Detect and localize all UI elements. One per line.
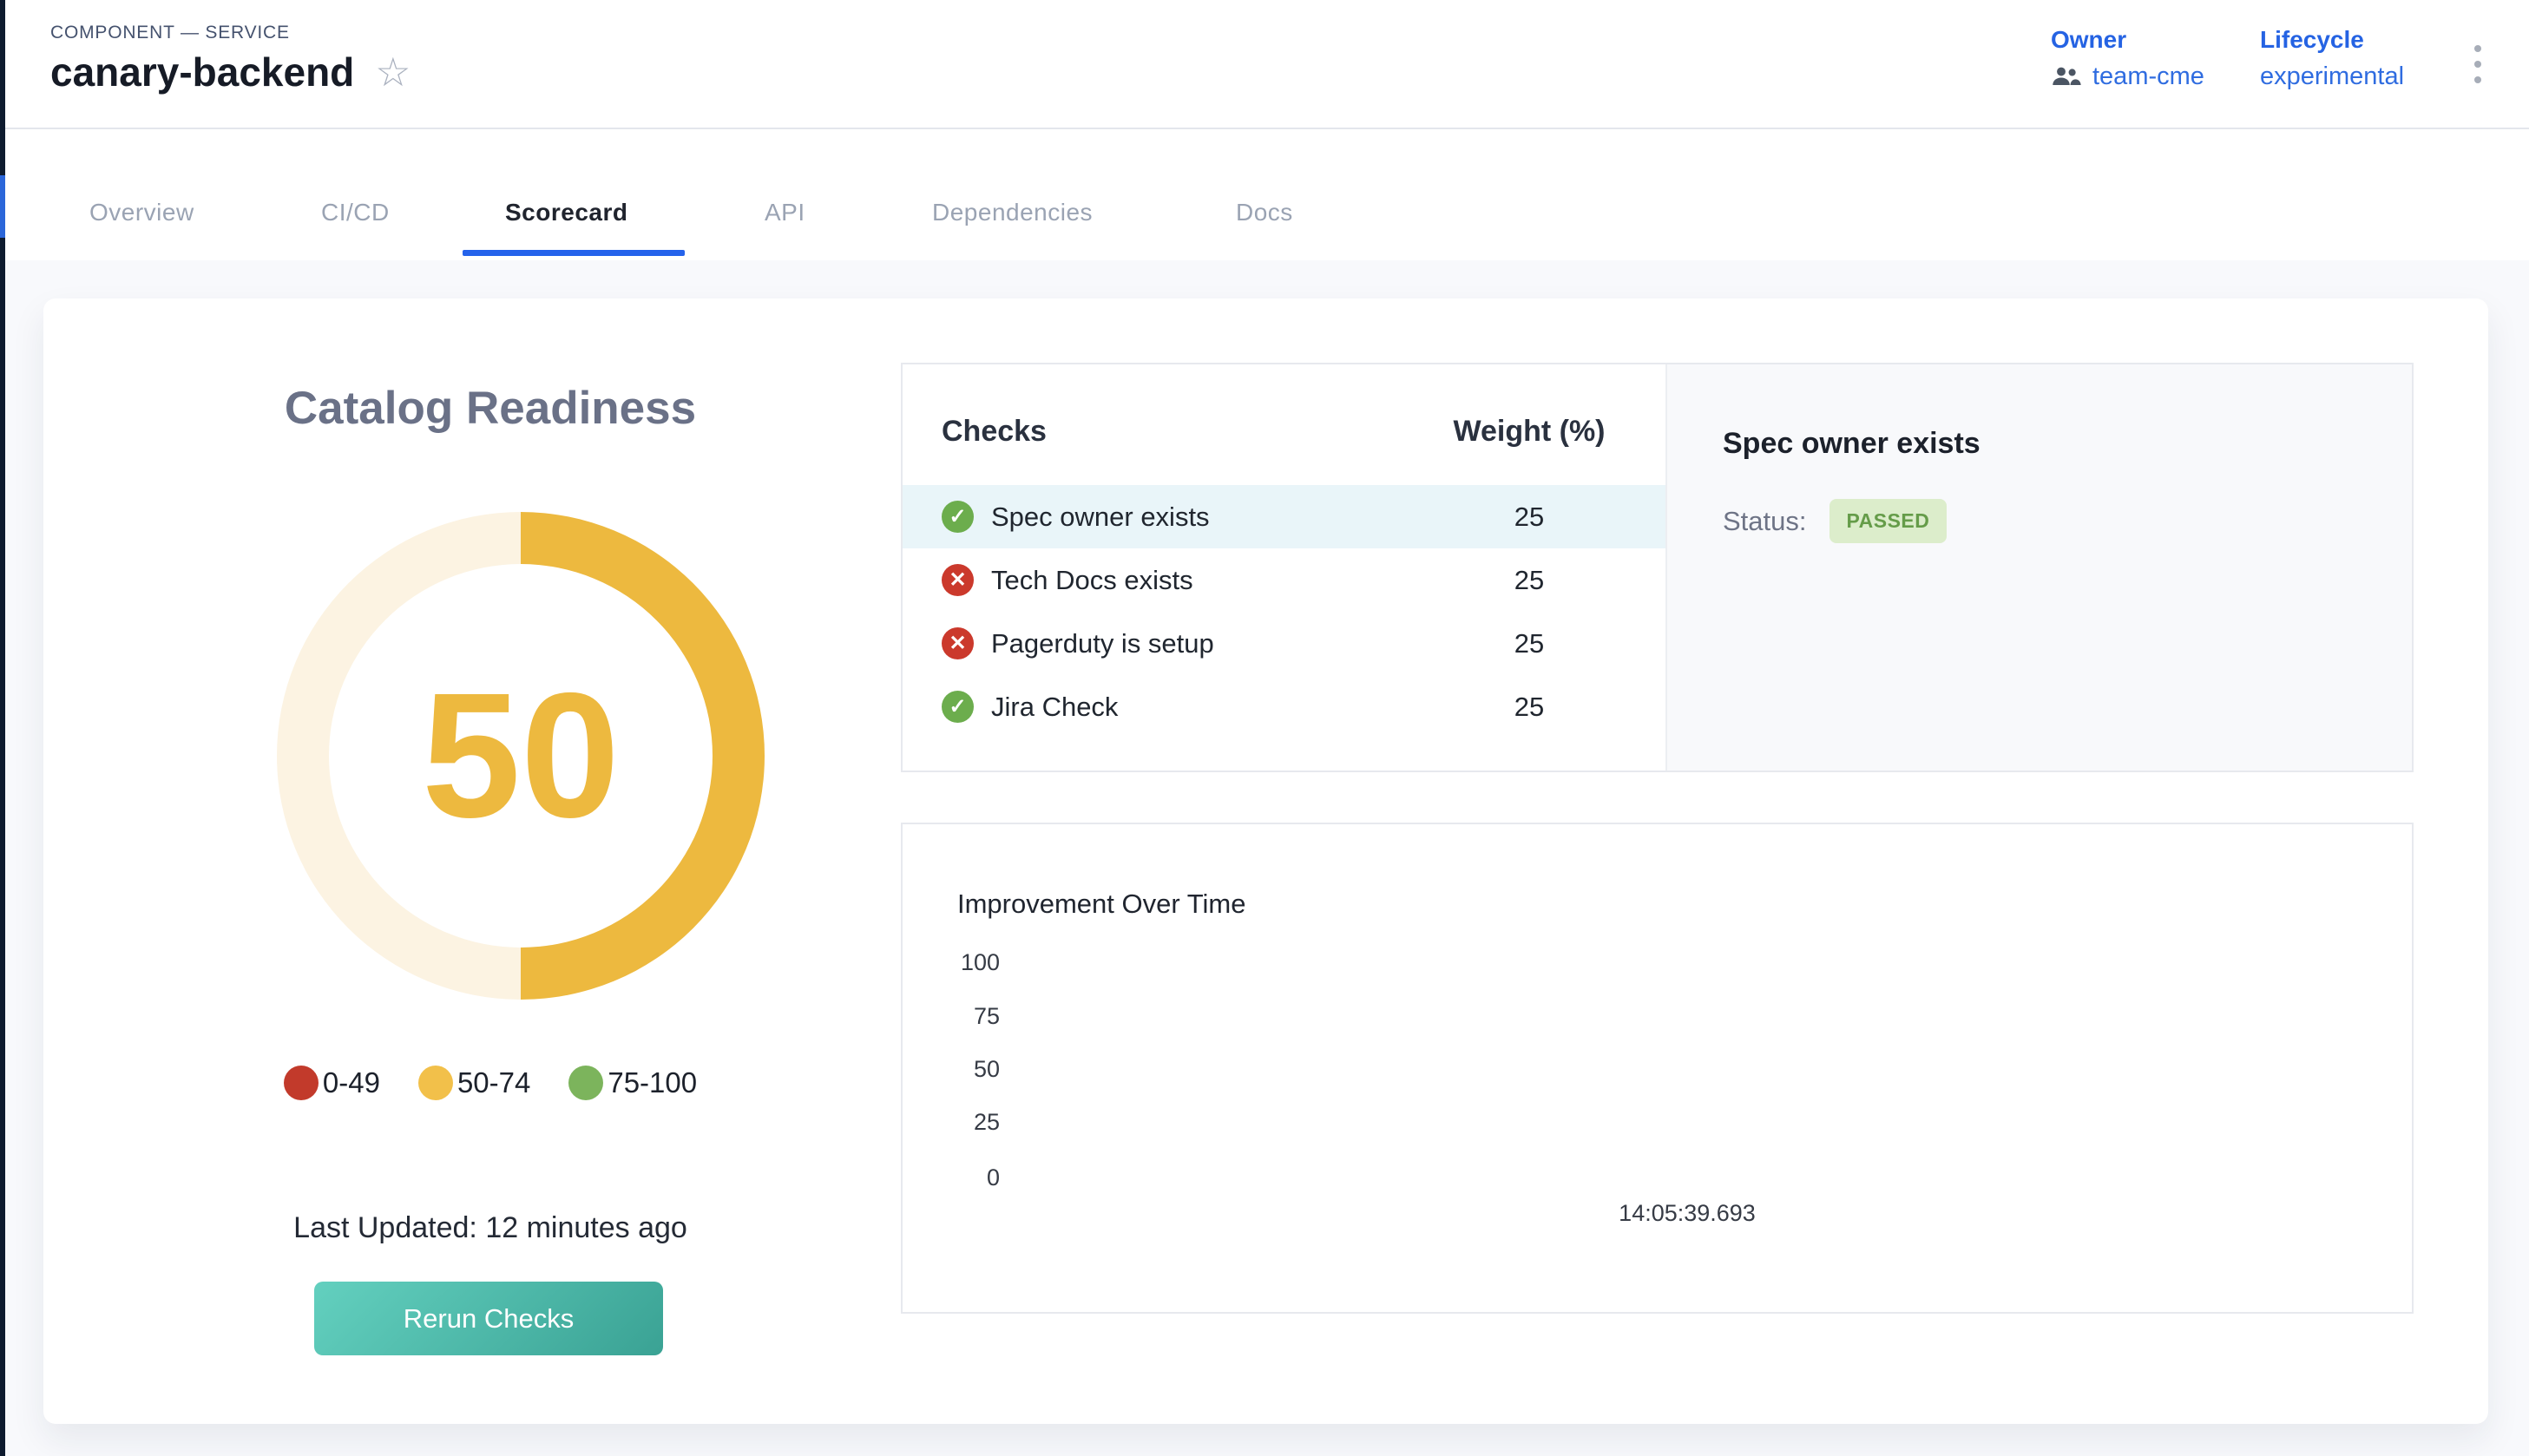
check-passed-icon: ✓ bbox=[942, 691, 974, 723]
scorecard-card: Catalog Readiness 50 0-49 50-74 75-100 L… bbox=[43, 298, 2488, 1424]
check-row-jira[interactable]: ✓ Jira Check 25 bbox=[903, 675, 1665, 738]
star-icon[interactable]: ☆ bbox=[375, 52, 411, 92]
legend-dot-yellow-icon bbox=[418, 1066, 453, 1100]
score-gauge: 50 bbox=[277, 512, 765, 1000]
column-header-checks: Checks bbox=[942, 415, 1047, 449]
score-gauge-inner: 50 bbox=[329, 564, 713, 948]
active-tab-indicator bbox=[463, 250, 685, 256]
rerun-checks-button[interactable]: Rerun Checks bbox=[314, 1282, 663, 1355]
legend-dot-green-icon bbox=[568, 1066, 603, 1100]
last-updated-text: Last Updated: 12 minutes ago bbox=[43, 1211, 937, 1245]
owner-block: Owner team-cme bbox=[2051, 26, 2204, 91]
check-name: Tech Docs exists bbox=[991, 565, 1193, 596]
scorecard-title: Catalog Readiness bbox=[43, 382, 937, 435]
y-axis-tick: 100 bbox=[903, 948, 1000, 976]
check-passed-icon: ✓ bbox=[942, 501, 974, 533]
score-value: 50 bbox=[422, 653, 620, 858]
check-name: Pagerduty is setup bbox=[991, 628, 1214, 659]
check-weight: 25 bbox=[1441, 628, 1618, 659]
check-weight: 25 bbox=[1441, 692, 1618, 723]
y-axis-tick: 25 bbox=[903, 1108, 1000, 1136]
check-detail-panel: Spec owner exists Status: PASSED bbox=[1665, 364, 2412, 771]
tab-overview[interactable]: Overview bbox=[89, 199, 194, 226]
checks-panel: Checks Weight (%) ✓ Spec owner exists 25… bbox=[901, 363, 2414, 772]
owner-link[interactable]: team-cme bbox=[2092, 62, 2204, 91]
owner-label: Owner bbox=[2051, 26, 2204, 54]
y-axis-tick: 0 bbox=[903, 1164, 1000, 1191]
status-row: Status: PASSED bbox=[1723, 499, 1947, 543]
rail-active-indicator bbox=[0, 175, 5, 238]
legend-item-low: 0-49 bbox=[284, 1066, 380, 1100]
check-row-pagerduty[interactable]: ✕ Pagerduty is setup 25 bbox=[903, 612, 1665, 675]
app-screen: COMPONENT — SERVICE canary-backend ☆ Own… bbox=[0, 0, 2529, 1456]
page-title: canary-backend bbox=[50, 49, 354, 95]
legend-item-mid: 50-74 bbox=[418, 1066, 530, 1100]
tab-dependencies[interactable]: Dependencies bbox=[932, 199, 1093, 226]
improvement-chart: Improvement Over Time 100 75 50 25 0 14:… bbox=[901, 823, 2414, 1314]
chart-title: Improvement Over Time bbox=[957, 889, 1245, 920]
y-axis-tick: 75 bbox=[903, 1002, 1000, 1030]
kebab-menu-icon[interactable] bbox=[2474, 45, 2481, 83]
tab-docs[interactable]: Docs bbox=[1236, 199, 1293, 226]
entity-header: COMPONENT — SERVICE canary-backend ☆ Own… bbox=[5, 0, 2529, 129]
check-failed-icon: ✕ bbox=[942, 627, 974, 659]
title-row: canary-backend ☆ bbox=[50, 49, 411, 95]
tab-cicd[interactable]: CI/CD bbox=[321, 199, 390, 226]
breadcrumb: COMPONENT — SERVICE bbox=[50, 23, 290, 43]
legend-label: 50-74 bbox=[457, 1066, 530, 1099]
lifecycle-label: Lifecycle bbox=[2260, 26, 2404, 54]
checks-table: Checks Weight (%) ✓ Spec owner exists 25… bbox=[903, 364, 1665, 771]
tab-scorecard[interactable]: Scorecard bbox=[505, 199, 627, 226]
score-legend: 0-49 50-74 75-100 bbox=[43, 1066, 937, 1100]
lifecycle-value: experimental bbox=[2260, 62, 2404, 91]
check-name: Spec owner exists bbox=[991, 502, 1210, 533]
status-label: Status: bbox=[1723, 506, 1807, 537]
column-header-weight: Weight (%) bbox=[1441, 415, 1618, 449]
check-failed-icon: ✕ bbox=[942, 564, 974, 596]
check-weight: 25 bbox=[1441, 565, 1618, 596]
people-icon bbox=[2051, 66, 2082, 89]
legend-label: 0-49 bbox=[323, 1066, 380, 1099]
legend-item-high: 75-100 bbox=[568, 1066, 697, 1100]
tab-bar: Overview CI/CD Scorecard API Dependencie… bbox=[5, 129, 2529, 260]
check-name: Jira Check bbox=[991, 692, 1118, 723]
check-row-spec-owner[interactable]: ✓ Spec owner exists 25 bbox=[903, 485, 1665, 548]
check-row-tech-docs[interactable]: ✕ Tech Docs exists 25 bbox=[903, 548, 1665, 612]
status-badge: PASSED bbox=[1829, 499, 1948, 543]
lifecycle-block: Lifecycle experimental bbox=[2260, 26, 2404, 91]
y-axis-tick: 50 bbox=[903, 1055, 1000, 1083]
check-weight: 25 bbox=[1441, 502, 1618, 533]
detail-title: Spec owner exists bbox=[1723, 427, 1981, 461]
legend-label: 75-100 bbox=[608, 1066, 697, 1099]
tab-api[interactable]: API bbox=[765, 199, 805, 226]
legend-dot-red-icon bbox=[284, 1066, 319, 1100]
left-rail bbox=[0, 0, 5, 1456]
x-axis-tick: 14:05:39.693 bbox=[1619, 1200, 1756, 1227]
